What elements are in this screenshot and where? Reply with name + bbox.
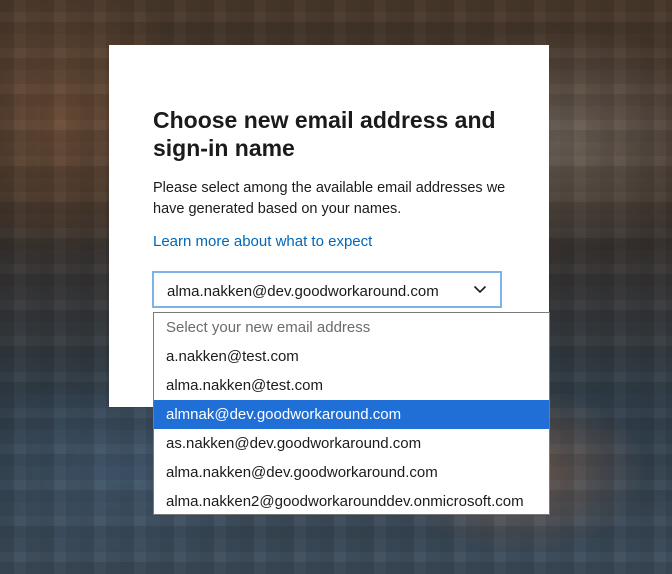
dropdown-option[interactable]: alma.nakken@dev.goodworkaround.com (154, 458, 549, 487)
dialog-title: Choose new email address and sign-in nam… (153, 107, 496, 161)
dropdown-placeholder-option[interactable]: Select your new email address (154, 313, 549, 342)
dropdown-option[interactable]: a.nakken@test.com (154, 342, 549, 371)
email-select[interactable]: alma.nakken@dev.goodworkaround.com (152, 271, 502, 308)
chevron-down-icon (473, 285, 487, 294)
dropdown-option[interactable]: alma.nakken@test.com (154, 371, 549, 400)
dropdown-option[interactable]: as.nakken@dev.goodworkaround.com (154, 429, 549, 458)
email-select-value: alma.nakken@dev.goodworkaround.com (167, 283, 439, 300)
learn-more-link[interactable]: Learn more about what to expect (153, 233, 372, 250)
email-dropdown-list: Select your new email address a.nakken@t… (153, 312, 550, 515)
dropdown-option-highlighted[interactable]: almnak@dev.goodworkaround.com (154, 400, 549, 429)
dropdown-option[interactable]: alma.nakken2@goodworkarounddev.onmicroso… (154, 487, 549, 516)
dialog-description: Please select among the available email … (153, 180, 506, 217)
